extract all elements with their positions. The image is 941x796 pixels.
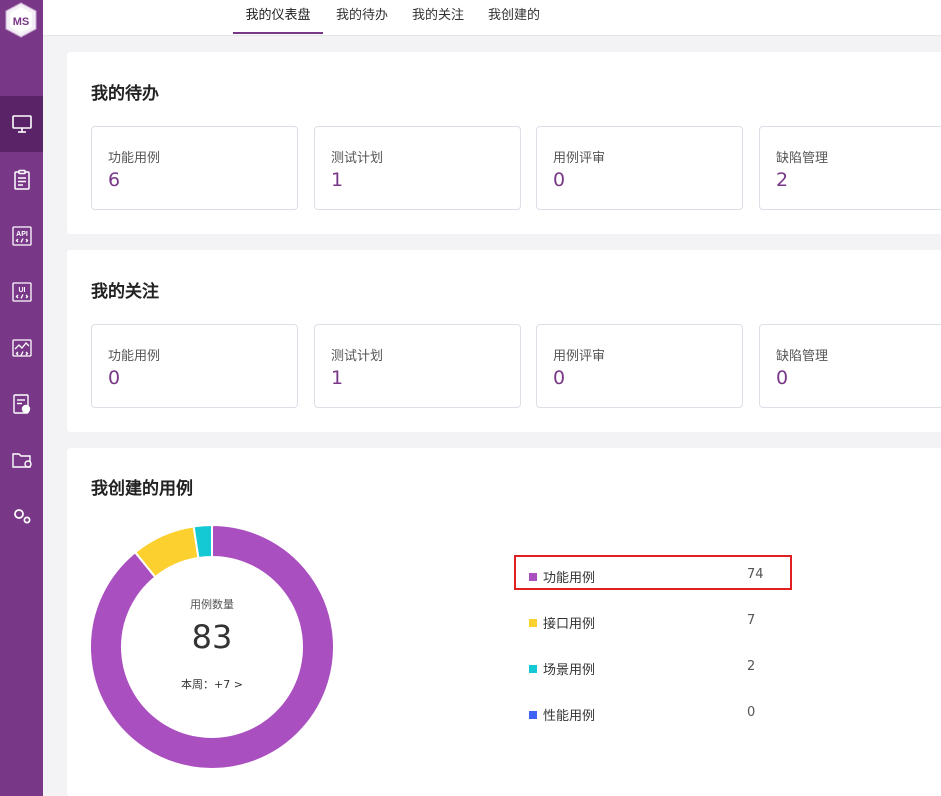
sidebar: MS API UI	[0, 0, 43, 796]
svg-text:API: API	[16, 231, 28, 238]
follow-stat-defect[interactable]: 缺陷管理 0	[759, 324, 941, 408]
legend-swatch	[529, 619, 537, 627]
tab-created[interactable]: 我创建的	[481, 0, 547, 34]
todo-stat-defect[interactable]: 缺陷管理 2	[759, 126, 941, 210]
stat-label: 缺陷管理	[776, 349, 829, 364]
clipboard-icon	[13, 169, 30, 190]
sidebar-item-ui[interactable]: UI	[0, 264, 43, 320]
follow-stat-functional[interactable]: 功能用例 0	[91, 324, 298, 408]
legend-value: 74	[747, 567, 764, 582]
stat-label: 用例评审	[553, 151, 606, 166]
donut-center-label: 用例数量	[190, 598, 234, 611]
legend-swatch	[529, 711, 537, 719]
follow-stat-plan[interactable]: 测试计划 1	[314, 324, 521, 408]
api-icon: API	[11, 226, 32, 246]
sidebar-item-workstation[interactable]	[0, 96, 43, 152]
report-icon	[12, 394, 30, 414]
logo-text: MS	[13, 16, 30, 28]
sidebar-item-settings[interactable]	[0, 488, 43, 544]
created-title: 我创建的用例	[91, 479, 193, 499]
legend-label: 性能用例	[543, 709, 596, 724]
todo-card: 我的待办 功能用例 6 测试计划 1 用例评审 0 缺陷管理 2	[67, 52, 941, 234]
top-navigation: 我的仪表盘 我的待办 我的关注 我创建的	[43, 0, 941, 36]
legend-item[interactable]: 性能用例 0	[529, 704, 789, 726]
ui-icon: UI	[11, 282, 32, 302]
stat-value: 0	[553, 367, 566, 389]
stat-value: 6	[108, 169, 121, 191]
tab-follow[interactable]: 我的关注	[405, 0, 471, 34]
legend-label: 接口用例	[543, 617, 596, 632]
tab-todo[interactable]: 我的待办	[329, 0, 395, 34]
stat-label: 功能用例	[108, 349, 161, 364]
stat-value: 0	[553, 169, 566, 191]
gears-icon	[13, 509, 30, 524]
metersphere-logo[interactable]: MS	[4, 2, 38, 38]
donut-center: 用例数量 83 本周：+7 >	[89, 524, 335, 770]
follow-title: 我的关注	[91, 282, 159, 302]
follow-card: 我的关注 功能用例 0 测试计划 1 用例评审 0 缺陷管理 0	[67, 250, 941, 432]
stat-value: 0	[776, 367, 789, 389]
performance-icon	[11, 339, 32, 357]
sidebar-item-project[interactable]	[0, 432, 43, 488]
monitor-icon	[11, 115, 32, 133]
todo-stat-plan[interactable]: 测试计划 1	[314, 126, 521, 210]
week-increase-link[interactable]: 本周：+7 >	[89, 676, 335, 692]
legend-label: 功能用例	[543, 571, 596, 586]
legend-value: 2	[747, 659, 756, 674]
sidebar-item-track[interactable]	[0, 152, 43, 208]
follow-stat-review[interactable]: 用例评审 0	[536, 324, 743, 408]
todo-stat-review[interactable]: 用例评审 0	[536, 126, 743, 210]
stat-label: 功能用例	[108, 151, 161, 166]
stat-label: 测试计划	[331, 151, 384, 166]
donut-total: 83	[191, 618, 233, 656]
stat-value: 0	[108, 367, 121, 389]
legend-value: 0	[747, 705, 756, 720]
sidebar-item-api[interactable]: API	[0, 208, 43, 264]
legend-item[interactable]: 场景用例 2	[529, 658, 789, 680]
legend-label: 场景用例	[543, 663, 596, 678]
sidebar-item-report[interactable]	[0, 376, 43, 432]
case-donut-chart: 用例数量 83 本周：+7 >	[89, 523, 335, 770]
stat-value: 2	[776, 169, 789, 191]
legend-item[interactable]: 功能用例 74	[529, 566, 789, 588]
stat-label: 测试计划	[331, 349, 384, 364]
stat-value: 1	[331, 367, 344, 389]
legend-swatch	[529, 665, 537, 673]
todo-title: 我的待办	[91, 84, 159, 104]
svg-text:UI: UI	[18, 287, 25, 294]
stat-label: 缺陷管理	[776, 151, 829, 166]
sidebar-item-performance[interactable]	[0, 320, 43, 376]
stat-value: 1	[331, 169, 344, 191]
legend-swatch	[529, 573, 537, 581]
created-cases-card: 我创建的用例 用例数量 83 本周：+7 > 功能用例 74 接口用例 7 场景用例 2 性…	[67, 448, 941, 796]
folder-settings-icon	[11, 453, 32, 468]
stat-label: 用例评审	[553, 349, 606, 364]
tab-dashboard[interactable]: 我的仪表盘	[233, 0, 323, 34]
todo-stat-functional[interactable]: 功能用例 6	[91, 126, 298, 210]
legend-value: 7	[747, 613, 756, 628]
legend-item[interactable]: 接口用例 7	[529, 612, 789, 634]
